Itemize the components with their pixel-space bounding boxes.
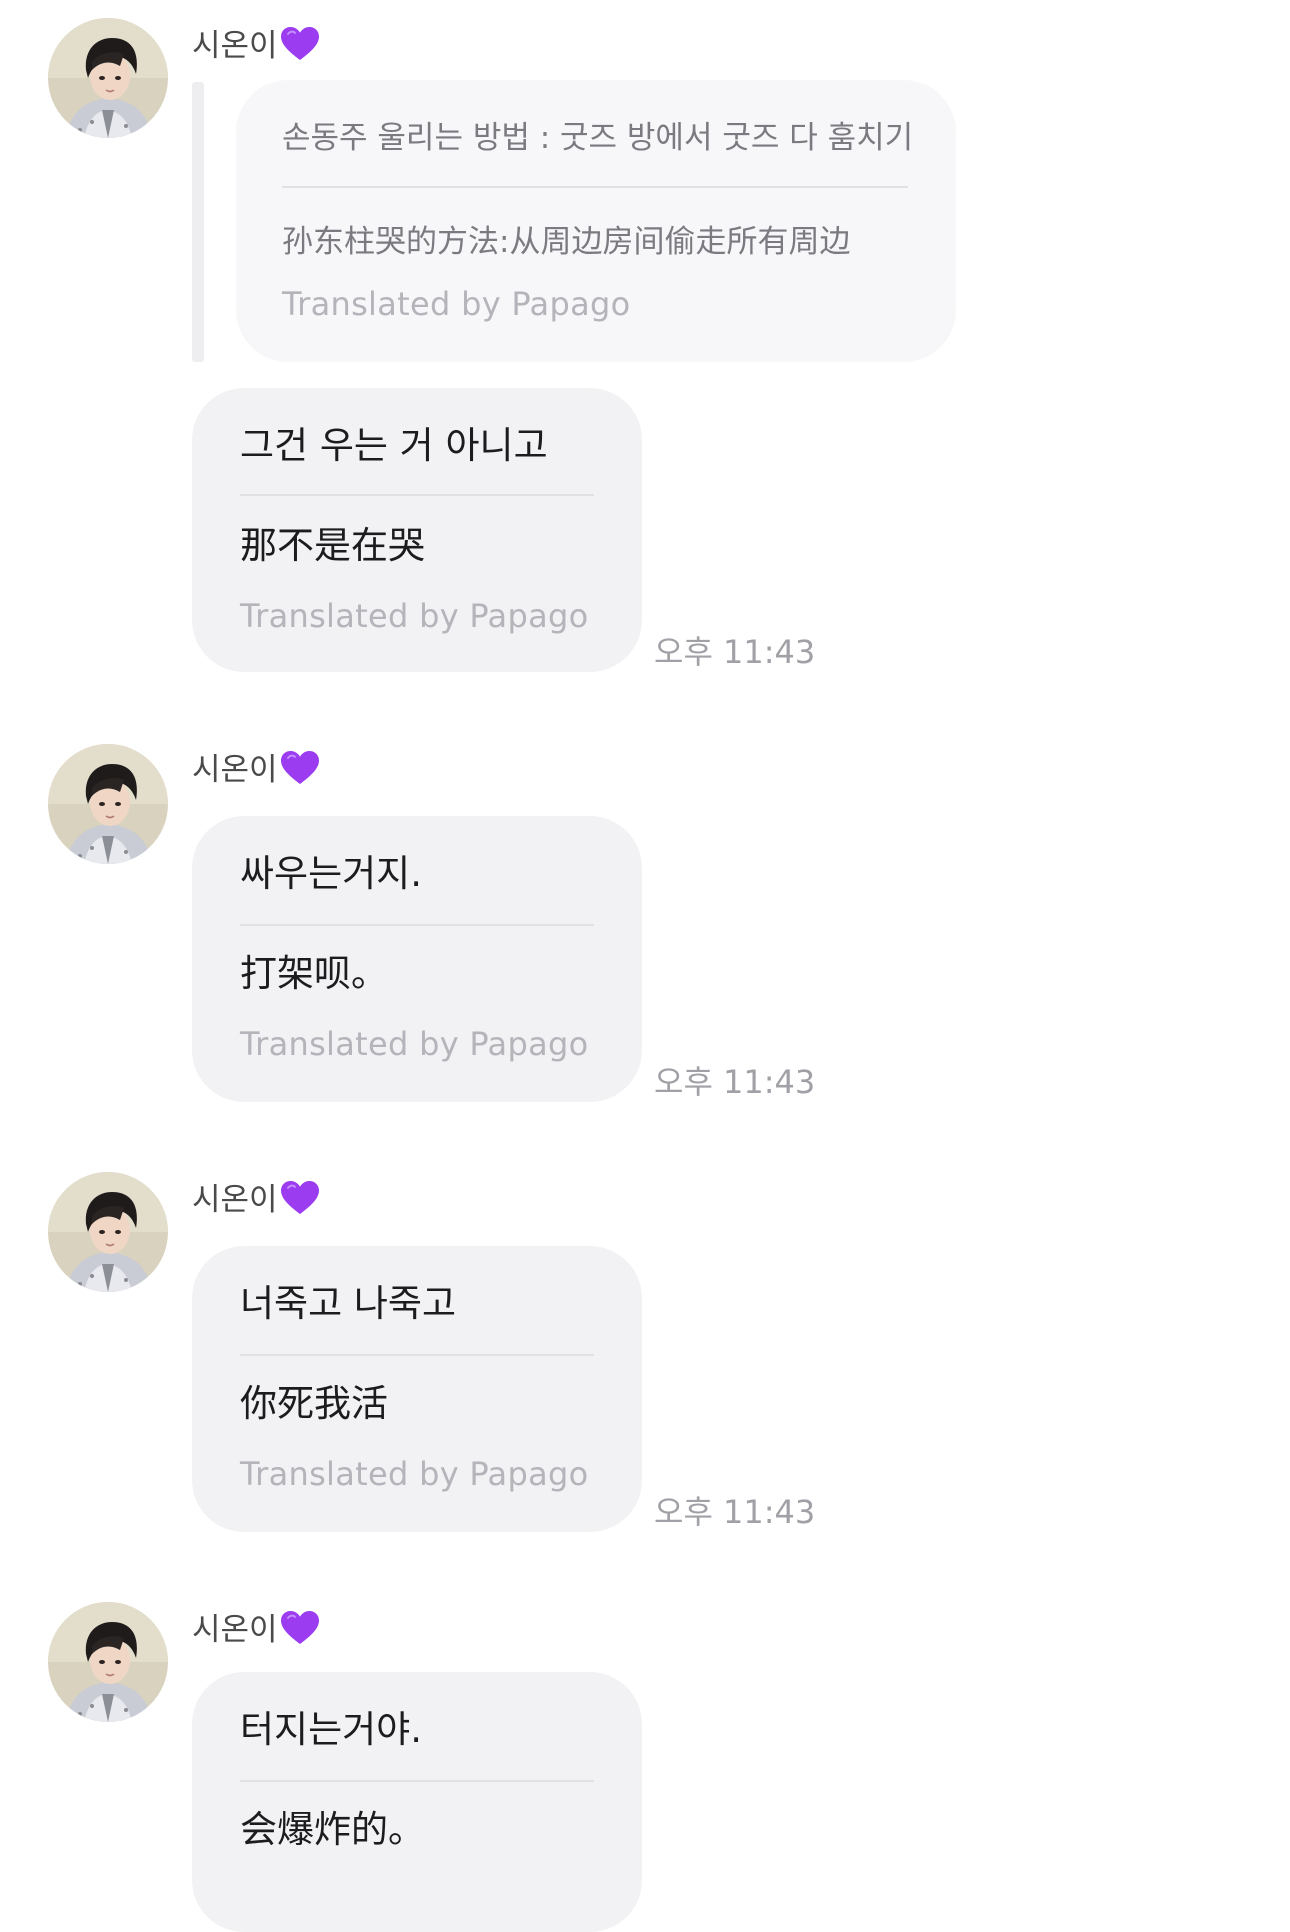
quote-indicator-bar <box>192 82 204 362</box>
original-text: 너죽고 나죽고 <box>240 1282 457 1325</box>
message-timestamp: 오후 11:43 <box>654 1063 816 1101</box>
purple-heart-icon <box>280 1180 320 1226</box>
sender-name: 시온이 <box>192 750 320 796</box>
translation-text: 你死我活 <box>240 1382 388 1425</box>
message-bubble[interactable]: 그건 우는 거 아니고 那不是在哭 Translated by Papago <box>192 388 642 672</box>
purple-heart-icon <box>280 750 320 796</box>
sender-avatar[interactable] <box>48 1602 168 1722</box>
original-text: 싸우는거지. <box>240 852 422 895</box>
translation-credit: Translated by Papago <box>240 1025 589 1063</box>
original-text: 터지는거야. <box>240 1708 422 1751</box>
message-bubble[interactable]: 터지는거야. 会爆炸的。 <box>192 1672 642 1932</box>
message-bubble[interactable]: 싸우는거지. 打架呗。 Translated by Papago <box>192 816 642 1102</box>
message-group: 시온이 터지는거야. 会爆炸的。 <box>0 1600 1290 1932</box>
message-group: 시온이 너죽고 나죽고 你死我活 Translated by Papago 오후… <box>0 1170 1290 1570</box>
quoted-translation-text: 孙东柱哭的方法:从周边房间偷走所有周边 <box>282 224 851 260</box>
translation-divider <box>282 186 908 188</box>
purple-heart-icon <box>280 1610 320 1656</box>
translation-divider <box>240 1780 594 1782</box>
message-group: 시온이 싸우는거지. 打架呗。 Translated by Papago 오후 … <box>0 740 1290 1140</box>
translation-text: 打架呗。 <box>240 952 388 995</box>
translation-divider <box>240 924 594 926</box>
quoted-original-text: 손동주 울리는 방법 : 굿즈 방에서 굿즈 다 훔치기 <box>282 120 914 156</box>
translation-text: 那不是在哭 <box>240 524 425 567</box>
sender-name: 시온이 <box>192 1180 320 1226</box>
sender-avatar[interactable] <box>48 18 168 138</box>
translation-credit: Translated by Papago <box>240 597 589 635</box>
quoted-message-bubble[interactable]: 손동주 울리는 방법 : 굿즈 방에서 굿즈 다 훔치기 孙东柱哭的方法:从周边… <box>236 80 956 362</box>
message-bubble[interactable]: 너죽고 나죽고 你死我活 Translated by Papago <box>192 1246 642 1532</box>
sender-avatar[interactable] <box>48 744 168 864</box>
translation-text: 会爆炸的。 <box>240 1808 425 1851</box>
translation-credit: Translated by Papago <box>282 285 631 323</box>
translation-credit: Translated by Papago <box>240 1455 589 1493</box>
message-timestamp: 오후 11:43 <box>654 1493 816 1531</box>
sender-avatar[interactable] <box>48 1172 168 1292</box>
original-text: 그건 우는 거 아니고 <box>240 424 548 467</box>
message-group: 시온이 손동주 울리는 방법 : 굿즈 방에서 굿즈 다 훔치기 孙东柱哭的方法… <box>0 0 1290 700</box>
purple-heart-icon <box>280 26 320 72</box>
translation-divider <box>240 1354 594 1356</box>
sender-name: 시온이 <box>192 1610 320 1656</box>
sender-name: 시온이 <box>192 26 320 72</box>
message-timestamp: 오후 11:43 <box>654 633 816 671</box>
translation-divider <box>240 494 594 496</box>
